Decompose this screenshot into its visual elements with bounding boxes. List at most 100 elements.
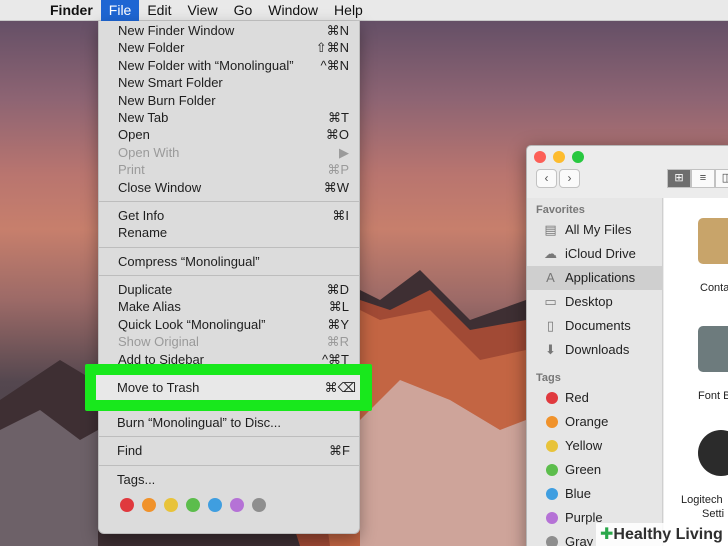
zoom-window-button[interactable]	[572, 151, 584, 163]
sidebar-tag-label: Red	[565, 390, 589, 405]
sidebar-tag[interactable]: Red	[527, 386, 662, 410]
documents-icon: ▯	[546, 318, 555, 333]
menu-item-shortcut: ⌘L	[328, 299, 349, 315]
menu-finder[interactable]: Finder	[42, 0, 101, 21]
menu-item-label: Find	[117, 443, 143, 459]
menu-window[interactable]: Window	[260, 0, 326, 21]
watermark: ✚Healthy Living	[596, 523, 728, 546]
chevron-left-icon: ‹	[544, 171, 549, 185]
sidebar-tag[interactable]: Blue	[527, 482, 662, 506]
menu-item[interactable]: Tags...	[98, 471, 360, 488]
finder-content: Conta Font B Logitech Setti	[664, 198, 728, 546]
sidebar-tag-label: Blue	[565, 486, 592, 501]
tag-color-dot[interactable]	[230, 498, 244, 512]
sidebar-item-label: Documents	[565, 318, 631, 333]
tag-color-dot[interactable]	[252, 498, 266, 512]
icon-view-button[interactable]: ⊞	[667, 169, 691, 188]
list-icon: ≡	[699, 172, 707, 184]
menu-item[interactable]: New Tab ⌘T	[99, 109, 359, 126]
sidebar-item[interactable]: ☁ iCloud Drive	[527, 242, 662, 266]
menu-item-label: Get Info	[118, 207, 165, 223]
list-view-button[interactable]: ≡	[691, 169, 715, 188]
contacts-app-icon[interactable]	[698, 218, 728, 264]
menu-edit[interactable]: Edit	[139, 0, 179, 21]
plus-icon: ✚	[600, 526, 614, 543]
menu-item-label: Close Window	[118, 179, 202, 195]
menu-item: Show Original ⌘R	[99, 333, 359, 350]
app-label: Setti	[702, 508, 725, 520]
menu-item[interactable]: Quick Look “Monolingual” ⌘Y	[99, 316, 359, 333]
menu-separator	[99, 200, 359, 202]
close-window-button[interactable]	[534, 151, 546, 163]
forward-button[interactable]: ›	[559, 169, 580, 188]
menu-item-shortcut: ⌘O	[325, 127, 349, 143]
tag-color-dot[interactable]	[142, 498, 156, 512]
sidebar-item[interactable]: ▯ Documents	[527, 314, 662, 338]
menu-view[interactable]: View	[179, 0, 225, 21]
cloud-icon: ☁	[544, 246, 557, 261]
menu-help[interactable]: Help	[326, 0, 371, 21]
menu-item[interactable]: New Folder with “Monolingual” ^⌘N	[99, 57, 359, 74]
menu-item[interactable]: Compress “Monolingual”	[99, 253, 359, 270]
app-label: Logitech	[681, 494, 723, 506]
menu-item[interactable]: Find ⌘F	[98, 442, 360, 459]
menu-item-shortcut: ^⌘N	[320, 57, 350, 73]
tag-dot-icon	[546, 440, 558, 452]
window-controls	[534, 151, 584, 163]
sidebar-item[interactable]: ▤ All My Files	[527, 218, 662, 242]
menu-item[interactable]: Open ⌘O	[99, 126, 359, 143]
menu-item-shortcut: ⌘N	[326, 23, 349, 38]
menu-item-shortcut: ⌘I	[332, 207, 349, 223]
menu-item-shortcut: ⌘F	[329, 443, 350, 459]
menu-item[interactable]: Get Info ⌘I	[99, 207, 359, 224]
sidebar-tag[interactable]: Yellow	[527, 434, 662, 458]
menu-item[interactable]: Rename	[99, 224, 359, 241]
sidebar-tag[interactable]: Orange	[527, 410, 662, 434]
chevron-right-icon: ›	[567, 171, 572, 185]
menu-item-move-to-trash[interactable]: Move to Trash ⌘⌫	[96, 375, 360, 400]
menu-item[interactable]: New Folder ⇧⌘N	[99, 39, 359, 56]
menu-item[interactable]: Duplicate ⌘D	[99, 281, 359, 298]
menu-item-label: Compress “Monolingual”	[118, 253, 260, 269]
logitech-app-icon[interactable]	[698, 430, 728, 476]
minimize-window-button[interactable]	[553, 151, 565, 163]
sidebar-item-label: iCloud Drive	[565, 246, 636, 261]
menu-item-shortcut: ⌘⌫	[324, 379, 356, 395]
menu-item[interactable]: New Burn Folder	[99, 92, 359, 109]
column-view-button[interactable]: ◫	[715, 169, 728, 188]
menu-item[interactable]: New Smart Folder	[99, 74, 359, 91]
all-files-icon: ▤	[544, 222, 557, 237]
favorites-header: Favorites	[536, 204, 585, 216]
sidebar-tag-label: Yellow	[565, 438, 603, 453]
sidebar-item[interactable]: ⬇ Downloads	[527, 338, 662, 362]
sidebar-item[interactable]: ▭ Desktop	[527, 290, 662, 314]
menu-item-label: Show Original	[118, 334, 199, 350]
menu-item-label: Duplicate	[118, 282, 173, 298]
menu-item[interactable]: Burn “Monolingual” to Disc...	[98, 414, 360, 431]
menu-file[interactable]: File	[100, 0, 140, 21]
grid-icon: ⊞	[674, 172, 684, 184]
menu-item-label: Move to Trash	[117, 380, 200, 395]
tag-color-dot[interactable]	[120, 498, 134, 512]
tag-color-dot[interactable]	[208, 498, 222, 512]
menu-item[interactable]: Close Window ⌘W	[99, 179, 359, 196]
menu-item[interactable]: Make Alias ⌘L	[99, 298, 359, 315]
menu-item[interactable]: New Finder Window ⌘N	[99, 22, 359, 39]
sidebar-tag[interactable]: Green	[527, 458, 662, 482]
tag-color-dot[interactable]	[186, 498, 200, 512]
menu-go[interactable]: Go	[226, 0, 261, 21]
tag-color-dot[interactable]	[164, 498, 178, 512]
tag-dot-icon	[546, 512, 558, 524]
sidebar-item-label: Desktop	[565, 294, 613, 309]
back-button[interactable]: ‹	[536, 169, 557, 188]
sidebar-tag-label: Green	[565, 462, 602, 477]
menu-item-shortcut: ⇧⌘N	[315, 40, 349, 56]
menu-item-shortcut: ▶	[339, 144, 349, 160]
sidebar-item[interactable]: A Applications	[527, 266, 662, 290]
font-book-app-icon[interactable]	[698, 326, 728, 372]
menu-item-label: Open	[118, 127, 150, 143]
sidebar-item-label: Downloads	[565, 342, 630, 357]
menu-item-label: Print	[118, 162, 145, 178]
menu-item-shortcut: ⌘T	[328, 109, 349, 125]
menu-item-label: Quick Look “Monolingual”	[118, 316, 266, 332]
